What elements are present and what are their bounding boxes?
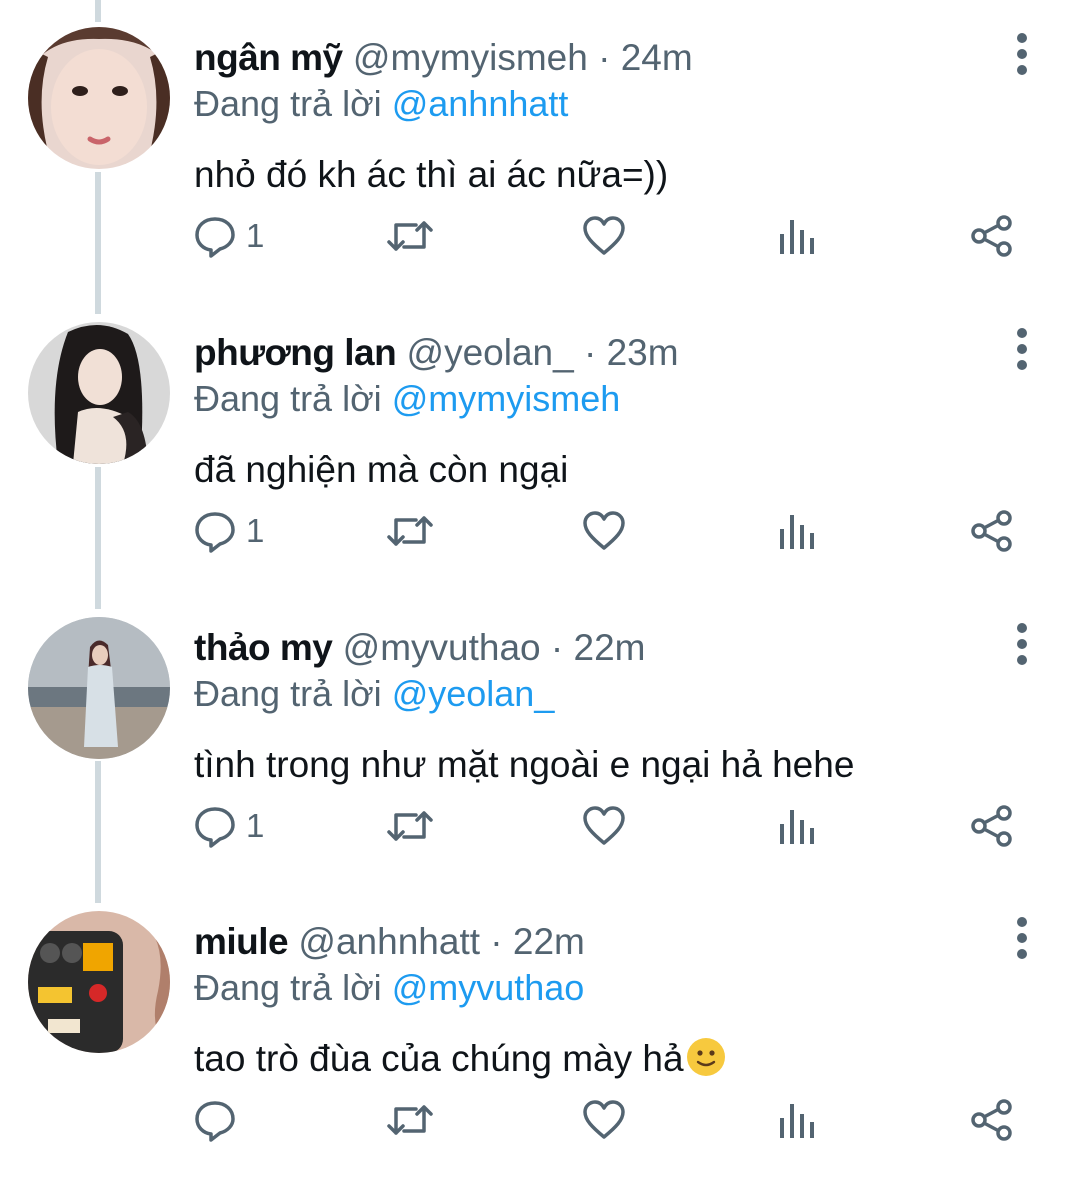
tweet[interactable]: ngân mỹ @mymyismeh · 24m Đang trả lời @a…	[0, 0, 1080, 294]
views-button[interactable]	[778, 1092, 818, 1148]
replying-to: Đang trả lời @mymyismeh	[194, 375, 620, 423]
separator-dot: ·	[583, 332, 597, 373]
tweet-actions	[0, 1084, 1080, 1154]
reply-icon	[195, 512, 235, 553]
tweet-text: đã nghiện mà còn ngại	[194, 449, 569, 490]
views-button[interactable]	[778, 798, 818, 854]
more-vertical-icon[interactable]	[1002, 30, 1042, 78]
views-button[interactable]	[778, 503, 818, 559]
heart-icon	[583, 1100, 625, 1139]
heart-icon	[583, 511, 625, 550]
retweet-icon	[387, 221, 433, 251]
avatar[interactable]	[28, 911, 170, 1053]
timestamp[interactable]: 24m	[621, 37, 693, 78]
reply-count: 1	[246, 512, 265, 549]
avatar[interactable]	[28, 27, 170, 169]
reply-count: 1	[246, 807, 265, 844]
heart-icon	[583, 806, 625, 845]
views-icon	[780, 220, 814, 254]
slightly-smiling-face-emoji	[686, 1038, 725, 1076]
views-icon	[780, 1104, 814, 1138]
replying-to-label: Đang trả lời	[194, 378, 382, 419]
reply-button[interactable]: 1	[192, 503, 264, 559]
more-vertical-icon[interactable]	[1002, 620, 1042, 668]
tweet-text: tao trò đùa của chúng mày hả	[194, 1034, 726, 1084]
like-button[interactable]	[582, 1092, 626, 1148]
share-button[interactable]	[970, 503, 1014, 559]
views-icon	[780, 810, 814, 844]
share-icon	[971, 215, 1012, 257]
tweet[interactable]: phương lan @yeolan_ · 23m Đang trả lời @…	[0, 295, 1080, 589]
retweet-button[interactable]	[386, 503, 434, 559]
user-handle[interactable]: @mymyismeh	[353, 37, 588, 78]
timestamp[interactable]: 22m	[574, 627, 646, 668]
display-name[interactable]: phương lan	[194, 332, 397, 373]
retweet-button[interactable]	[386, 1092, 434, 1148]
retweet-icon	[387, 516, 433, 546]
display-name[interactable]: miule	[194, 921, 289, 962]
timestamp[interactable]: 22m	[513, 921, 585, 962]
replying-to: Đang trả lời @myvuthao	[194, 964, 584, 1012]
like-button[interactable]	[582, 798, 626, 854]
reply-button[interactable]: 1	[192, 208, 264, 264]
retweet-icon	[387, 811, 433, 841]
retweet-icon	[387, 1105, 433, 1135]
mention-link[interactable]: @myvuthao	[392, 967, 585, 1008]
more-vertical-icon[interactable]	[1002, 325, 1042, 373]
heart-icon	[583, 216, 625, 255]
tweet-actions: 1	[0, 200, 1080, 270]
views-button[interactable]	[778, 208, 818, 264]
share-button[interactable]	[970, 798, 1014, 854]
share-button[interactable]	[970, 1092, 1014, 1148]
reply-icon	[195, 1101, 235, 1142]
reply-button[interactable]: 1	[192, 798, 264, 854]
reply-icon	[195, 217, 235, 258]
mention-link[interactable]: @yeolan_	[392, 673, 555, 714]
retweet-button[interactable]	[386, 208, 434, 264]
avatar[interactable]	[28, 322, 170, 464]
share-icon	[971, 1099, 1012, 1141]
display-name[interactable]: thảo my	[194, 627, 333, 668]
tweet-text-content: tao trò đùa của chúng mày hả	[194, 1038, 684, 1079]
reply-button[interactable]	[192, 1092, 246, 1148]
share-icon	[971, 805, 1012, 847]
mention-link[interactable]: @mymyismeh	[392, 378, 621, 419]
views-icon	[780, 515, 814, 549]
replying-to-label: Đang trả lời	[194, 967, 382, 1008]
separator-dot: ·	[490, 921, 503, 962]
tweet[interactable]: thảo my @myvuthao · 22m Đang trả lời @ye…	[0, 590, 1080, 884]
mention-link[interactable]: @anhnhatt	[392, 83, 569, 124]
user-handle[interactable]: @yeolan_	[407, 332, 574, 373]
avatar[interactable]	[28, 617, 170, 759]
like-button[interactable]	[582, 503, 626, 559]
display-name[interactable]: ngân mỹ	[194, 37, 343, 78]
retweet-button[interactable]	[386, 798, 434, 854]
replying-to-label: Đang trả lời	[194, 673, 382, 714]
replying-to: Đang trả lời @yeolan_	[194, 670, 554, 718]
share-button[interactable]	[970, 208, 1014, 264]
tweet[interactable]: miule @anhnhatt · 22m Đang trả lời @myvu…	[0, 884, 1080, 1178]
like-button[interactable]	[582, 208, 626, 264]
timestamp[interactable]: 23m	[607, 332, 679, 373]
tweet-text: nhỏ đó kh ác thì ai ác nữa=))	[194, 154, 669, 195]
reply-count: 1	[246, 217, 265, 254]
more-vertical-icon[interactable]	[1002, 914, 1042, 962]
separator-dot: ·	[598, 37, 611, 78]
reply-icon	[195, 807, 235, 848]
user-handle[interactable]: @anhnhatt	[298, 921, 480, 962]
tweet-actions: 1	[0, 790, 1080, 860]
user-handle[interactable]: @myvuthao	[343, 627, 541, 668]
tweet-text: tình trong như mặt ngoài e ngại hả hehe	[194, 744, 855, 785]
share-icon	[971, 510, 1012, 552]
separator-dot: ·	[550, 627, 564, 668]
tweet-actions: 1	[0, 495, 1080, 565]
replying-to-label: Đang trả lời	[194, 83, 382, 124]
replying-to: Đang trả lời @anhnhatt	[194, 80, 568, 128]
